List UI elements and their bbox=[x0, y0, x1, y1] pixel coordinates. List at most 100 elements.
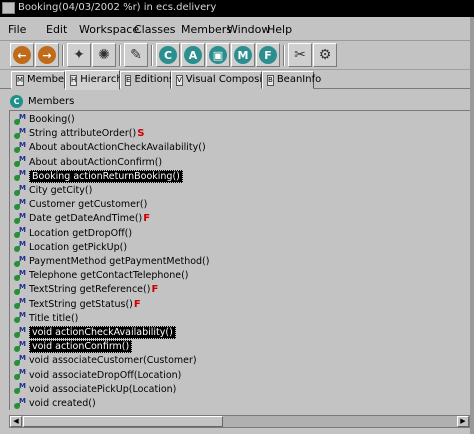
visual-composition-tab-icon: V bbox=[176, 74, 183, 86]
references-icon: ⚙ bbox=[318, 47, 332, 63]
menu-members[interactable]: Members bbox=[181, 23, 232, 36]
references-button[interactable]: ⚙ bbox=[313, 43, 337, 67]
class-icon: C bbox=[10, 95, 23, 108]
back-arrow-icon: ← bbox=[13, 46, 31, 64]
new-method-button[interactable]: M bbox=[231, 43, 255, 67]
member-label: PaymentMethod getPaymentMethod() bbox=[29, 256, 210, 267]
method-icon: M bbox=[14, 226, 27, 239]
member-row[interactable]: M Customer getCustomer() bbox=[14, 198, 147, 211]
toolbar-separator bbox=[119, 45, 121, 66]
member-row[interactable]: M Booking() bbox=[14, 113, 75, 126]
menu-help[interactable]: Help bbox=[267, 23, 292, 36]
member-label: Location getPickUp() bbox=[29, 241, 128, 253]
method-icon: M bbox=[14, 326, 27, 339]
search-flashlight-icon: ✎ bbox=[130, 47, 142, 63]
menu-bar: File Edit Workspace Classes Members Wind… bbox=[0, 17, 474, 41]
debug-button[interactable]: ✺ bbox=[92, 43, 116, 67]
window-title-bar: Booking(04/03/2002 %r) in ecs.delivery bbox=[0, 0, 474, 17]
member-label: Booking actionReturnBooking() bbox=[29, 169, 183, 183]
new-window-button[interactable]: ▣ bbox=[206, 43, 230, 67]
menu-edit[interactable]: Edit bbox=[46, 23, 67, 36]
members-list[interactable]: M Booking() M String attributeOrder() S M Abou… bbox=[9, 110, 470, 410]
window-title: Booking(04/03/2002 %r) in ecs.delivery bbox=[18, 2, 217, 13]
member-row[interactable]: M TextString getReference() F bbox=[14, 283, 158, 296]
toolbar-separator bbox=[62, 45, 64, 66]
new-method-icon: M bbox=[234, 46, 252, 64]
member-row[interactable]: M Booking actionReturnBooking() bbox=[14, 169, 183, 183]
member-row[interactable]: Mvoid associatePickUp(Location) bbox=[14, 382, 176, 396]
member-label: City getCity() bbox=[29, 185, 93, 196]
member-row[interactable]: M PaymentMethod getPaymentMethod() bbox=[14, 255, 209, 268]
member-label: void actionCheckAvailability() bbox=[29, 326, 176, 339]
method-icon: M bbox=[14, 113, 27, 126]
scrollbar-thumb[interactable] bbox=[23, 416, 223, 427]
member-row[interactable]: M About aboutActionConfirm() bbox=[14, 155, 163, 169]
tab-beaninfo[interactable]: B BeanInfo bbox=[262, 71, 321, 89]
member-row[interactable]: M Date getDateAndTime() F bbox=[14, 212, 150, 225]
member-label: About aboutActionConfirm() bbox=[29, 156, 163, 168]
new-applet-icon: A bbox=[184, 46, 202, 64]
member-row[interactable]: Mvoid created() bbox=[14, 397, 96, 410]
cut-icon: ✂ bbox=[294, 47, 306, 63]
tab-members[interactable]: M Members bbox=[11, 71, 73, 89]
new-field-button[interactable]: F bbox=[256, 43, 280, 67]
method-icon: M bbox=[14, 340, 27, 353]
member-row[interactable]: M City getCity() bbox=[14, 184, 92, 197]
window-right-edge bbox=[470, 17, 474, 434]
menu-classes[interactable]: Classes bbox=[134, 23, 175, 36]
modifier-flag: F bbox=[133, 298, 141, 310]
panel-header: C Members bbox=[10, 93, 74, 110]
new-class-button[interactable]: C bbox=[156, 43, 180, 67]
method-icon: M bbox=[14, 169, 27, 182]
tab-editions[interactable]: E Editions bbox=[120, 71, 175, 89]
method-icon: M bbox=[14, 311, 27, 324]
toolbar-separator bbox=[283, 45, 285, 66]
member-row[interactable]: M Telephone getContactTelephone() bbox=[14, 269, 189, 282]
menu-workspace[interactable]: Workspace bbox=[79, 23, 139, 36]
menu-window[interactable]: Window bbox=[227, 23, 270, 36]
member-label: TextString getStatus() bbox=[29, 298, 133, 310]
member-label: void associateCustomer(Customer) bbox=[29, 355, 197, 367]
modifier-flag: S bbox=[137, 128, 145, 140]
tab-hierarchy[interactable]: H Hierarchy bbox=[65, 70, 129, 90]
panel-header-label: Members bbox=[28, 96, 75, 107]
member-label: Title title() bbox=[29, 312, 79, 324]
member-label: void actionConfirm() bbox=[29, 340, 133, 354]
scroll-right-button[interactable]: ▶ bbox=[457, 416, 469, 427]
member-row[interactable]: M Location getPickUp() bbox=[14, 240, 128, 254]
search-button[interactable]: ✎ bbox=[124, 43, 148, 67]
method-icon: M bbox=[14, 127, 27, 140]
member-row[interactable]: M Location getDropOff() bbox=[14, 226, 132, 240]
method-icon: M bbox=[14, 240, 27, 253]
member-row[interactable]: Mvoid associateDropOff(Location) bbox=[14, 368, 181, 382]
run-button[interactable]: ✦ bbox=[67, 43, 91, 67]
modifier-flag: F bbox=[143, 213, 151, 225]
horizontal-scrollbar[interactable]: ◀ ▶ bbox=[9, 415, 470, 428]
method-icon: M bbox=[14, 397, 27, 410]
member-row[interactable]: Mvoid associateCustomer(Customer) bbox=[14, 354, 197, 367]
member-row[interactable]: M String attributeOrder() S bbox=[14, 127, 144, 140]
method-icon: M bbox=[14, 283, 27, 296]
member-row[interactable]: Mvoid actionCheckAvailability() bbox=[14, 326, 176, 339]
member-row[interactable]: M Title title() bbox=[14, 311, 79, 325]
tab-visual-composition[interactable]: V Visual Composition bbox=[171, 71, 281, 89]
forward-arrow-icon: → bbox=[38, 46, 56, 64]
menu-file[interactable]: File bbox=[8, 23, 26, 36]
back-button[interactable]: ← bbox=[10, 43, 34, 67]
member-label: Date getDateAndTime() bbox=[29, 213, 143, 225]
member-label: About aboutActionCheckAvailability() bbox=[29, 142, 206, 154]
new-window-icon: ▣ bbox=[209, 46, 227, 64]
tab-label: Editions bbox=[134, 74, 175, 85]
members-panel: C Members M Booking() M String attributeOrd… bbox=[0, 90, 474, 434]
debug-icon: ✺ bbox=[98, 47, 110, 63]
window-menu-icon[interactable] bbox=[2, 2, 15, 14]
member-row[interactable]: M TextString getStatus() F bbox=[14, 297, 141, 311]
editions-tab-icon: E bbox=[125, 74, 132, 86]
cut-button[interactable]: ✂ bbox=[288, 43, 312, 67]
forward-button[interactable]: → bbox=[35, 43, 59, 67]
member-row[interactable]: M About aboutActionCheckAvailability() bbox=[14, 141, 206, 154]
new-applet-button[interactable]: A bbox=[181, 43, 205, 67]
method-icon: M bbox=[14, 269, 27, 282]
scroll-left-button[interactable]: ◀ bbox=[10, 416, 22, 427]
member-row[interactable]: Mvoid actionConfirm() bbox=[14, 340, 133, 354]
